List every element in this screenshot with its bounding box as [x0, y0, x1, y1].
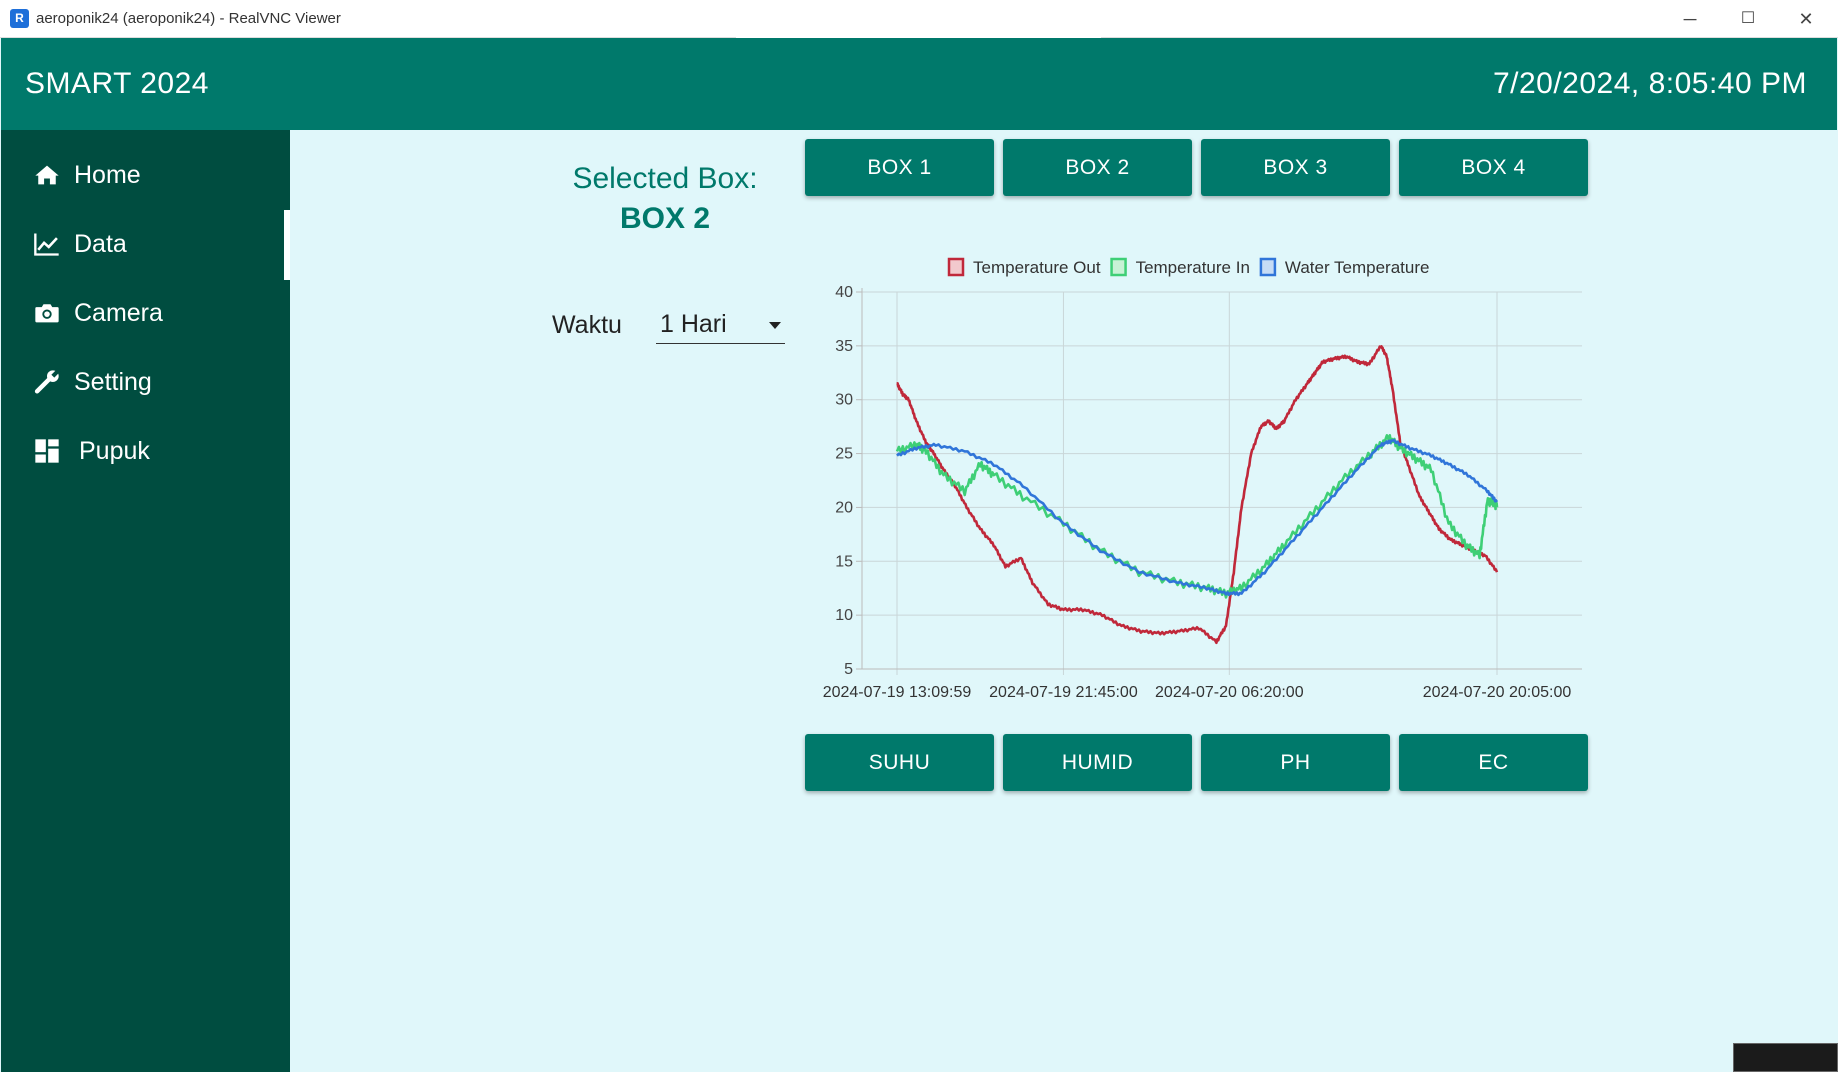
- window-title: aeroponik24 (aeroponik24) - RealVNC View…: [36, 10, 341, 27]
- legend-label: Water Temperature: [1285, 258, 1430, 277]
- sidebar-item-label: Camera: [74, 299, 163, 327]
- box-3-button[interactable]: BOX 3: [1201, 139, 1390, 196]
- legend-swatch: [947, 257, 965, 277]
- close-button[interactable]: ✕: [1777, 0, 1835, 38]
- box-1-button[interactable]: BOX 1: [805, 139, 994, 196]
- chart-x-axis: 2024-07-19 13:09:59 2024-07-19 21:45:00 20…: [823, 668, 1582, 701]
- sidebar-item-label: Setting: [74, 368, 152, 396]
- temperature-chart: Temperature Out Temperature In Water Tempe…: [823, 257, 1582, 701]
- y-tick-label: 30: [835, 392, 853, 409]
- minimize-button[interactable]: ─: [1661, 0, 1719, 38]
- sidebar-item-label: Pupuk: [79, 437, 150, 465]
- legend-label: Temperature In: [1136, 258, 1250, 277]
- x-tick-label: 2024-07-20 20:05:00: [1423, 684, 1572, 701]
- y-tick-label: 20: [835, 499, 853, 516]
- y-tick-label: 10: [835, 607, 853, 624]
- sidebar-item-camera[interactable]: Camera: [1, 282, 290, 344]
- realvnc-app-icon: R: [10, 9, 29, 28]
- legend-label: Temperature Out: [973, 258, 1101, 277]
- sidebar-item-home[interactable]: Home: [1, 144, 290, 206]
- y-tick-label: 35: [835, 338, 853, 355]
- x-tick-label: 2024-07-19 13:09:59: [823, 684, 972, 701]
- chart-y-axis: 5 10 15 20 25 30 35 40: [835, 284, 863, 678]
- header-datetime: 7/20/2024, 8:05:40 PM: [1492, 67, 1807, 100]
- chart-lines: [895, 345, 1499, 645]
- home-icon: [35, 165, 59, 185]
- sidebar-item-label: Home: [74, 161, 141, 189]
- waktu-selected-value: 1 Hari: [660, 310, 727, 338]
- active-indicator: [284, 210, 290, 280]
- maximize-button[interactable]: ☐: [1719, 0, 1777, 38]
- dashboard-icon: [35, 439, 59, 463]
- sidebar-item-setting[interactable]: Setting: [1, 351, 290, 413]
- series-line-temperature-out: [896, 345, 1499, 645]
- sidebar: Home Data Camera Setting Pupuk: [1, 130, 290, 1072]
- suhu-button[interactable]: SUHU: [805, 734, 994, 791]
- legend-swatch: [1110, 257, 1127, 277]
- box-2-button[interactable]: BOX 2: [1003, 139, 1192, 196]
- app-brand: SMART 2024: [25, 67, 209, 100]
- y-tick-label: 25: [835, 446, 853, 463]
- chart-legend: Temperature Out Temperature In Water Tempe…: [947, 257, 1430, 277]
- sidebar-item-data[interactable]: Data: [1, 210, 290, 280]
- caret-down-icon: [769, 322, 781, 329]
- waktu-dropdown[interactable]: 1 Hari: [656, 306, 785, 344]
- waktu-label: Waktu: [552, 311, 622, 339]
- y-tick-label: 5: [844, 661, 853, 678]
- humid-button[interactable]: HUMID: [1003, 734, 1192, 791]
- x-tick-label: 2024-07-19 21:45:00: [989, 684, 1138, 701]
- sidebar-item-pupuk[interactable]: Pupuk: [1, 420, 290, 482]
- ph-button[interactable]: PH: [1201, 734, 1390, 791]
- sidebar-item-label: Data: [74, 230, 127, 258]
- vnc-thumbnail-preview[interactable]: [1733, 1043, 1838, 1072]
- window-titlebar: R aeroponik24 (aeroponik24) - RealVNC Vi…: [0, 0, 1838, 39]
- y-tick-label: 40: [835, 284, 853, 301]
- legend-swatch: [1259, 257, 1277, 277]
- x-tick-label: 2024-07-20 06:20:00: [1155, 684, 1304, 701]
- box-4-button[interactable]: BOX 4: [1399, 139, 1588, 196]
- selected-box-value: BOX 2: [619, 202, 711, 235]
- chart-line-icon: [34, 233, 59, 256]
- wrench-icon: [34, 368, 61, 394]
- app-header: SMART 2024 7/20/2024, 8:05:40 PM: [1, 38, 1837, 130]
- selected-box-label: Selected Box:: [572, 162, 758, 195]
- y-tick-label: 15: [835, 553, 853, 570]
- ec-button[interactable]: EC: [1399, 734, 1588, 791]
- camera-icon: [35, 304, 59, 323]
